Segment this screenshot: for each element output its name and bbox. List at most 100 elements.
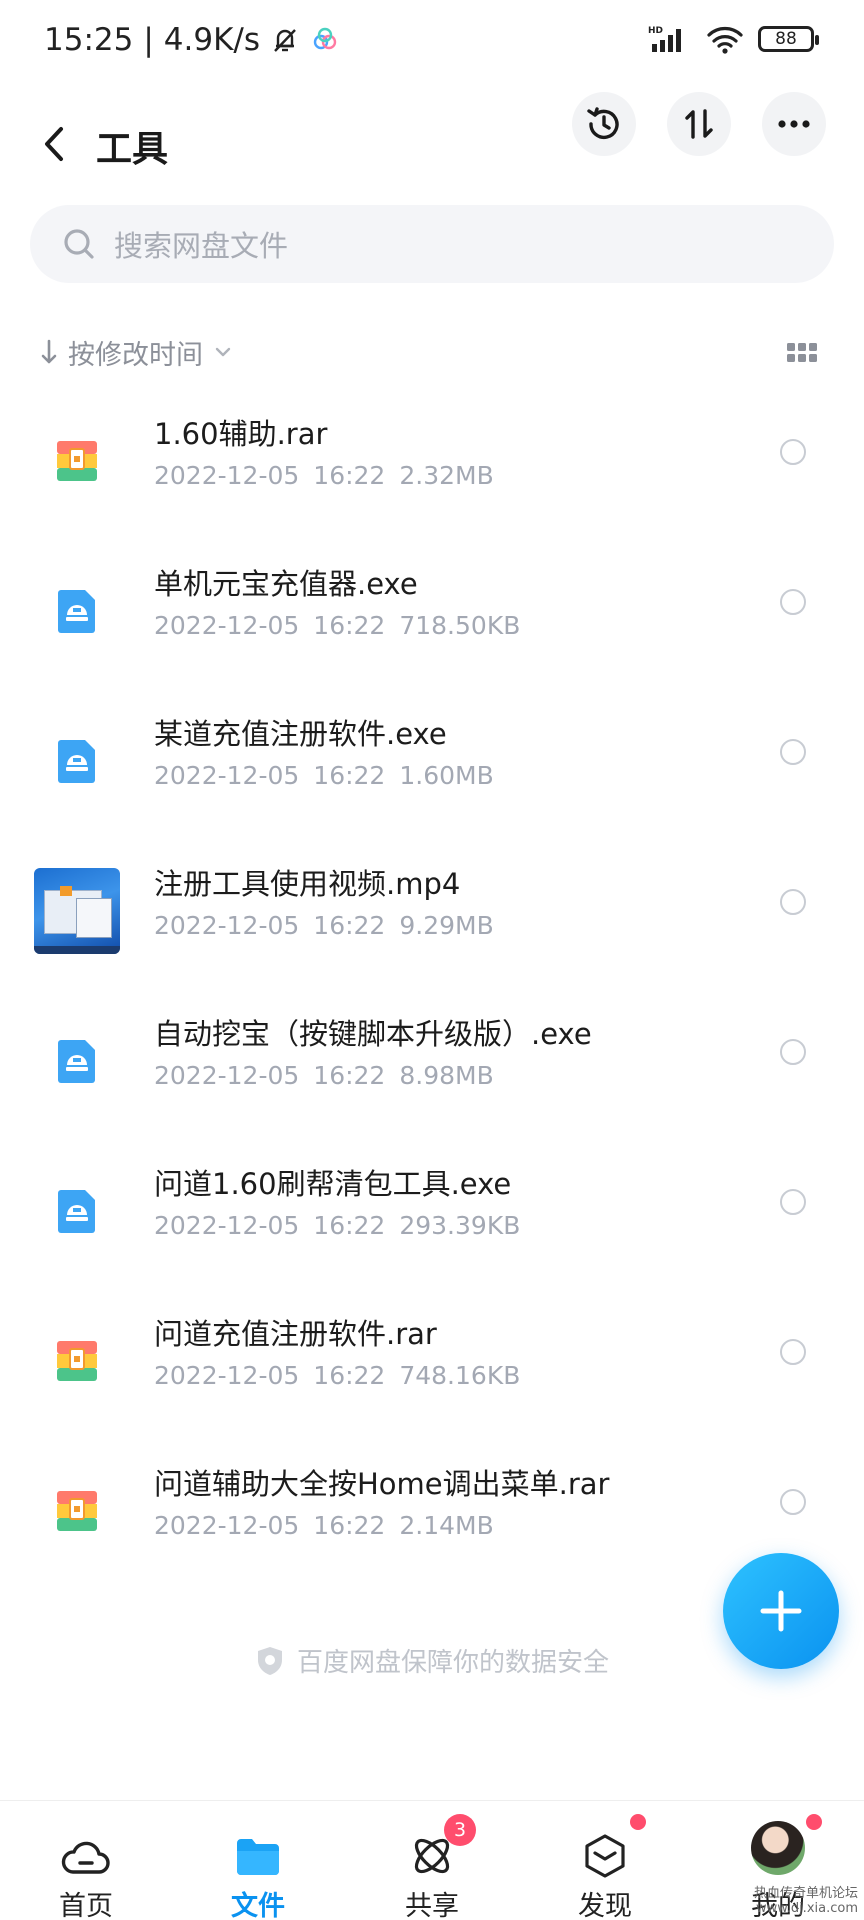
- cube-icon: [580, 1831, 630, 1881]
- file-size: 718.50KB: [399, 611, 521, 640]
- discover-dot: [630, 1814, 646, 1830]
- file-time: 16:22: [313, 1511, 386, 1540]
- file-row[interactable]: 某道充值注册软件.exe 2022-12-05 16:22 1.60MB: [0, 693, 864, 843]
- file-name: 自动挖宝（按键脚本升级版）.exe: [154, 1017, 592, 1051]
- select-checkbox[interactable]: [780, 1189, 806, 1215]
- rar-archive-icon: [34, 1318, 120, 1404]
- select-checkbox[interactable]: [780, 889, 806, 915]
- file-size: 1.60MB: [399, 761, 494, 790]
- cellular-signal-icon: HD: [648, 26, 681, 52]
- file-meta: 2022-12-05 16:22 293.39KB: [154, 1211, 534, 1240]
- rar-archive-icon: [34, 1468, 120, 1554]
- file-name: 问道充值注册软件.rar: [154, 1317, 437, 1351]
- history-button[interactable]: [572, 92, 636, 156]
- nav-discover[interactable]: 发现: [545, 1801, 665, 1920]
- select-checkbox[interactable]: [780, 739, 806, 765]
- file-date: 2022-12-05: [154, 911, 300, 940]
- video-thumbnail: [34, 868, 120, 954]
- me-dot: [806, 1814, 822, 1830]
- app-notification-icon: [313, 27, 337, 50]
- exe-file-icon: [34, 1018, 120, 1104]
- nav-home-label: 首页: [59, 1891, 113, 1920]
- folder-icon: [233, 1831, 283, 1881]
- file-date: 2022-12-05: [154, 761, 300, 790]
- shield-icon: [257, 1646, 282, 1675]
- status-net-speed: 4.9K/s: [163, 22, 261, 58]
- sort-selector[interactable]: 按修改时间: [40, 330, 233, 374]
- grid-view-icon: [787, 343, 817, 362]
- watermark: 热血传奇单机论坛 www.dj.xia.com: [754, 1886, 858, 1916]
- file-time: 16:22: [313, 1361, 386, 1390]
- status-divider: |: [143, 22, 154, 58]
- transfer-button[interactable]: [667, 92, 731, 156]
- file-row[interactable]: 1.60辅助.rar 2022-12-05 16:22 2.32MB: [0, 393, 864, 543]
- cloud-icon: [61, 1831, 111, 1881]
- file-date: 2022-12-05: [154, 1061, 300, 1090]
- transfer-arrows-icon: [685, 109, 713, 139]
- select-checkbox[interactable]: [780, 1039, 806, 1065]
- file-meta: 2022-12-05 16:22 1.60MB: [154, 761, 508, 790]
- select-checkbox[interactable]: [780, 1489, 806, 1515]
- plus-icon: [760, 1590, 802, 1632]
- select-checkbox[interactable]: [780, 1339, 806, 1365]
- file-list: 1.60辅助.rar 2022-12-05 16:22 2.32MB 单机元宝充值器.e…: [0, 393, 864, 1593]
- file-size: 8.98MB: [399, 1061, 494, 1090]
- battery-level: 88: [775, 29, 797, 49]
- search-icon: [64, 229, 94, 259]
- file-name: 1.60辅助.rar: [154, 417, 328, 451]
- status-time: 15:25: [44, 22, 134, 58]
- exe-file-icon: [34, 1168, 120, 1254]
- select-checkbox[interactable]: [780, 439, 806, 465]
- file-row[interactable]: 问道辅助大全按Home调出菜单.rar 2022-12-05 16:22 2.14MB: [0, 1443, 864, 1593]
- grid-view-button[interactable]: [786, 340, 818, 366]
- nav-home[interactable]: 首页: [26, 1801, 146, 1920]
- file-meta: 2022-12-05 16:22 718.50KB: [154, 611, 534, 640]
- watermark-text: 热血传奇单机论坛 www.dj.xia.com: [753, 1886, 858, 1916]
- select-checkbox[interactable]: [780, 589, 806, 615]
- history-icon: [587, 107, 619, 140]
- status-left: 15:25 | 4.9K/s: [44, 22, 340, 58]
- avatar: [751, 1821, 805, 1875]
- nav-share-label: 共享: [405, 1891, 459, 1920]
- file-date: 2022-12-05: [154, 1511, 300, 1540]
- file-name: 某道充值注册软件.exe: [154, 717, 447, 751]
- file-meta: 2022-12-05 16:22 2.32MB: [154, 461, 508, 490]
- wifi-icon: [707, 27, 743, 54]
- file-name: 问道辅助大全按Home调出菜单.rar: [154, 1467, 610, 1501]
- add-button[interactable]: [723, 1553, 839, 1669]
- file-size: 748.16KB: [399, 1361, 521, 1390]
- file-size: 9.29MB: [399, 911, 494, 940]
- file-row[interactable]: 问道1.60刷帮清包工具.exe 2022-12-05 16:22 293.39KB: [0, 1143, 864, 1293]
- file-size: 293.39KB: [399, 1211, 521, 1240]
- file-time: 16:22: [313, 461, 386, 490]
- nav-files[interactable]: 文件: [198, 1801, 318, 1920]
- chevron-left-icon: [45, 127, 63, 161]
- more-button[interactable]: [762, 92, 826, 156]
- search-input[interactable]: 搜索网盘文件: [30, 205, 834, 283]
- security-note: 百度网盘保障你的数据安全: [0, 1642, 864, 1679]
- file-meta: 2022-12-05 16:22 2.14MB: [154, 1511, 508, 1540]
- file-row[interactable]: 注册工具使用视频.mp4 2022-12-05 16:22 9.29MB: [0, 843, 864, 993]
- page-title: 工具: [96, 129, 169, 170]
- share-badge: 3: [444, 1814, 476, 1846]
- nav-share[interactable]: 3 共享: [372, 1801, 492, 1920]
- more-dots-icon: [778, 120, 810, 128]
- search-placeholder: 搜索网盘文件: [114, 229, 289, 263]
- sort-label: 按修改时间: [68, 339, 203, 371]
- nav-discover-label: 发现: [578, 1891, 632, 1920]
- file-date: 2022-12-05: [154, 461, 300, 490]
- file-date: 2022-12-05: [154, 1361, 300, 1390]
- file-row[interactable]: 自动挖宝（按键脚本升级版）.exe 2022-12-05 16:22 8.98MB: [0, 993, 864, 1143]
- file-time: 16:22: [313, 1211, 386, 1240]
- security-note-text: 百度网盘保障你的数据安全: [296, 1648, 609, 1678]
- file-name: 注册工具使用视频.mp4: [154, 867, 461, 901]
- rar-archive-icon: [34, 418, 120, 504]
- file-row[interactable]: 单机元宝充值器.exe 2022-12-05 16:22 718.50KB: [0, 543, 864, 693]
- file-row[interactable]: 问道充值注册软件.rar 2022-12-05 16:22 748.16KB: [0, 1293, 864, 1443]
- network-type-text: HD: [648, 26, 663, 36]
- file-meta: 2022-12-05 16:22 9.29MB: [154, 911, 508, 940]
- file-size: 2.32MB: [399, 461, 494, 490]
- file-time: 16:22: [313, 1061, 386, 1090]
- back-button[interactable]: [30, 114, 78, 174]
- status-bar: 15:25 | 4.9K/s HD 88: [0, 0, 864, 84]
